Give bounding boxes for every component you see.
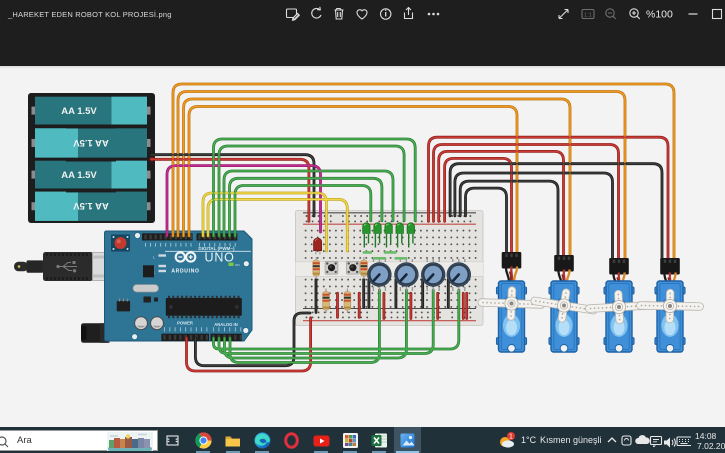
svg-text:ANALOG IN: ANALOG IN bbox=[214, 322, 238, 327]
svg-text:ARDUINO: ARDUINO bbox=[171, 268, 199, 274]
svg-text:AA 1.5V: AA 1.5V bbox=[73, 200, 109, 211]
svg-text:AA 1.5V: AA 1.5V bbox=[73, 137, 109, 148]
svg-text:AA 1.5V: AA 1.5V bbox=[61, 170, 97, 181]
svg-text:%100: %100 bbox=[646, 9, 673, 21]
svg-text:UNO: UNO bbox=[205, 251, 235, 265]
svg-text:1:1: 1:1 bbox=[584, 13, 592, 19]
svg-text:AA 1.5V: AA 1.5V bbox=[61, 106, 97, 117]
svg-text:L: L bbox=[153, 255, 155, 259]
svg-text:1: 1 bbox=[509, 434, 513, 441]
svg-text:ON: ON bbox=[235, 263, 240, 267]
svg-text:POWER: POWER bbox=[177, 321, 193, 326]
